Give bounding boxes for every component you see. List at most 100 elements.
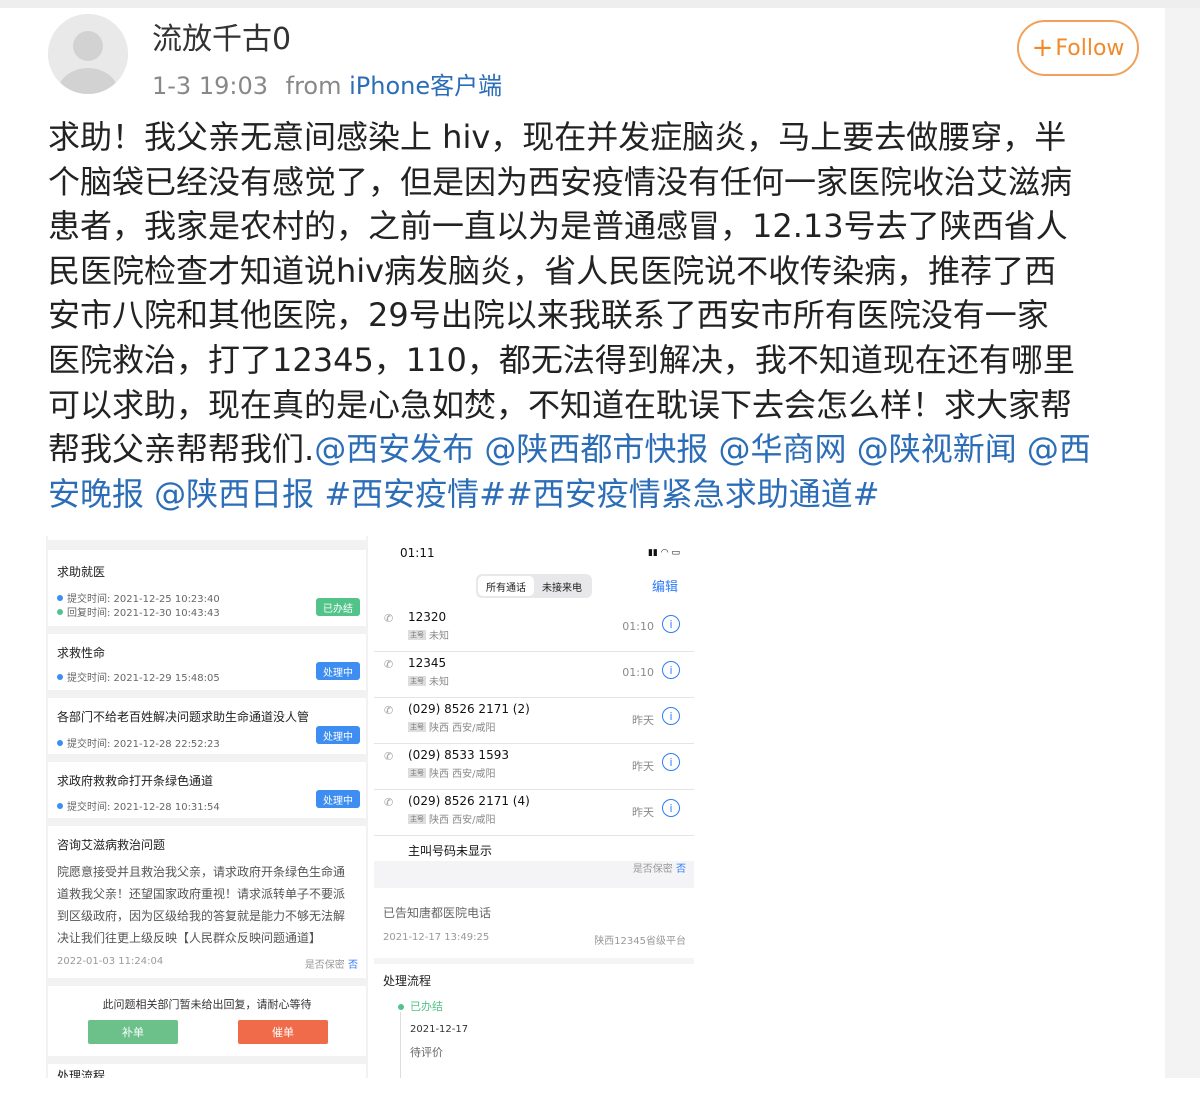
follow-button[interactable]: + Follow	[1017, 20, 1139, 76]
process-section: 处理流程 已办结 2021-12-17 待评价	[374, 964, 694, 1078]
sim-tag-icon: 主号	[408, 675, 426, 686]
notice-section: 已告知唐都医院电话 2021-12-17 13:49:25 陕西12345省级平…	[374, 888, 694, 958]
detail-title: 咨询艾滋病救治问题	[57, 838, 166, 852]
left-screenshot[interactable]: 求助就医 提交时间: 2021-12-25 10:23:40 回复时间: 202…	[46, 536, 368, 1078]
submit-time-text: 提交时间: 2021-12-28 22:52:23	[67, 739, 220, 750]
post-text: 求助！我父亲无意间感染上 hiv，现在并发症脑炎，马上要去做腰穿，半 个脑袋已经…	[48, 115, 1158, 516]
call-row[interactable]: ✆ (029) 8526 2171 (2) 主号 陕西 西安/咸阳 昨天 i	[374, 698, 694, 744]
follow-label: Follow	[1055, 35, 1125, 61]
phone-icon: ✆	[384, 796, 394, 809]
post-line: 患者，我家是农村的，之前一直以为是普通感冒，12.13号去了陕西省人	[48, 207, 1068, 246]
call-row[interactable]: ✆ 12345 主号 未知 01:10 i	[374, 652, 694, 698]
post-line: 可以求助，现在真的是心急如焚，不知道在耽误下去会怎么样！求大家帮	[48, 385, 1073, 424]
call-number: (029) 8533 1593	[408, 748, 509, 762]
info-icon[interactable]: i	[662, 753, 680, 771]
call-location: 主号 未知	[408, 673, 449, 688]
mention-links[interactable]: @西安发布 @陕西都市快报 @华商网 @陕视新闻 @西	[314, 430, 1091, 468]
call-location-text: 陕西 西安/咸阳	[429, 815, 496, 826]
request-card: 求政府救救命打开条绿色通道 提交时间: 2021-12-28 10:31:54 …	[48, 762, 366, 818]
call-location-text: 未知	[429, 677, 449, 688]
detail-line: 院愿意接受并且救治我父亲，请求政府开条绿色生命通	[57, 865, 346, 879]
call-filter-tabs: 所有通话 未接来电	[476, 574, 592, 598]
post-meta: 1-3 19:03 from iPhone客户端	[152, 66, 502, 101]
process-card: 处理流程	[48, 1064, 366, 1078]
confidential-label: 是否保密	[632, 864, 673, 875]
cut-card	[48, 536, 366, 540]
card-title: 求助就医	[57, 565, 106, 579]
info-icon[interactable]: i	[662, 707, 680, 725]
dot-icon	[57, 673, 63, 680]
confidential-value: 否	[676, 864, 686, 875]
side-band	[1165, 8, 1200, 1078]
username[interactable]: 流放千古0	[152, 14, 291, 58]
info-icon[interactable]: i	[662, 799, 680, 817]
edit-button[interactable]: 编辑	[652, 576, 678, 595]
dot-icon	[57, 802, 63, 809]
detail-date: 2022-01-03 11:24:04	[57, 956, 164, 967]
submit-time-text: 提交时间: 2021-12-29 15:48:05	[67, 673, 220, 684]
dot-icon	[57, 739, 63, 746]
notice-text: 已告知唐都医院电话	[383, 906, 492, 920]
call-log: 01:11 ▮▮ ◠ ▭ 所有通话 未接来电 编辑 ✆ 12320 主号 未知 0…	[374, 536, 694, 861]
detail-line: 到区级政府，因为区级给我的答复就是能力不够无法解	[57, 909, 346, 923]
detail-line: 道救我父亲！还望国家政府重视！请求派转单子不要派	[57, 887, 346, 901]
card-title: 各部门不给老百姓解决问题求助生命通道没人管	[57, 710, 310, 724]
call-location: 主号 未知	[408, 627, 449, 642]
confidential-flag: 是否保密 否	[633, 860, 686, 875]
default-avatar-icon	[48, 14, 128, 94]
action-card: 此问题相关部门暂未给出回复，请耐心等待 补单 催单	[48, 986, 366, 1056]
reply-time: 回复时间: 2021-12-30 10:43:43	[57, 604, 220, 619]
call-location: 主号 陕西 西安/咸阳	[408, 719, 496, 734]
step-done: 已办结	[410, 1000, 443, 1013]
sim-tag-icon: 主号	[408, 629, 426, 640]
call-number: 12320	[408, 610, 447, 624]
step-pending: 待评价	[410, 1046, 443, 1059]
post-line: 民医院检查才知道说hiv病发脑炎，省人民医院说不收传染病，推荐了西	[48, 251, 1057, 290]
submit-time-text: 提交时间: 2021-12-25 10:23:40	[67, 594, 220, 605]
card-title: 求救性命	[57, 646, 106, 660]
wait-notice: 此问题相关部门暂未给出回复，请耐心等待	[102, 998, 312, 1011]
call-row[interactable]: ✆ (029) 8526 2171 (4) 主号 陕西 西安/咸阳 昨天 i	[374, 790, 694, 836]
phone-icon: ✆	[384, 612, 394, 625]
dot-icon	[57, 594, 63, 601]
mention-hashtag-links[interactable]: 安晚报 @陕西日报 #西安疫情##西安疫情紧急求助通道#	[48, 475, 880, 513]
post-source-link[interactable]: iPhone客户端	[349, 72, 502, 100]
sim-tag-icon: 主号	[408, 813, 426, 824]
post-line: 求助！我父亲无意间感染上 hiv，现在并发症脑炎，马上要去做腰穿，半	[48, 118, 1067, 156]
call-location: 主号 陕西 西安/咸阳	[408, 765, 496, 780]
call-number: 12345	[408, 656, 447, 670]
top-bar	[0, 0, 1200, 8]
tab-all-calls[interactable]: 所有通话	[478, 576, 534, 596]
call-location-text: 陕西 西安/咸阳	[429, 769, 496, 780]
detail-line: 决让我们往更上级反映【人民群众反映问题通道】	[57, 931, 322, 945]
confidential-flag: 是否保密 否	[305, 956, 358, 971]
submit-time: 提交时间: 2021-12-28 10:31:54	[57, 798, 220, 813]
post-line: 安晚报 @陕西日报 #西安疫情##西安疫情紧急求助通道#	[48, 472, 1158, 517]
reply-time-text: 回复时间: 2021-12-30 10:43:43	[67, 608, 220, 619]
tab-missed-calls[interactable]: 未接来电	[534, 576, 590, 596]
right-screenshot[interactable]: 01:11 ▮▮ ◠ ▭ 所有通话 未接来电 编辑 ✆ 12320 主号 未知 0…	[374, 536, 694, 1078]
submit-time: 提交时间: 2021-12-29 15:48:05	[57, 669, 220, 684]
info-icon[interactable]: i	[662, 661, 680, 679]
avatar[interactable]	[48, 14, 128, 94]
info-icon[interactable]: i	[662, 615, 680, 633]
step-dot-icon	[398, 1004, 404, 1010]
status-badge: 处理中	[316, 726, 360, 744]
post-line: 安市八院和其他医院，29号出院以来我联系了西安市所有医院没有一家	[48, 296, 1049, 335]
call-location-text: 陕西 西安/咸阳	[429, 723, 496, 734]
call-time: 01:10	[622, 620, 654, 633]
card-title: 求政府救救命打开条绿色通道	[57, 774, 214, 788]
supplement-button[interactable]: 补单	[88, 1020, 178, 1044]
call-row[interactable]: ✆ 12320 主号 未知 01:10 i	[374, 606, 694, 652]
detail-card: 咨询艾滋病救治问题 院愿意接受并且救治我父亲，请求政府开条绿色生命通 道救我父亲…	[48, 826, 366, 978]
wifi-icon: ◠	[660, 548, 669, 558]
urge-button[interactable]: 催单	[238, 1020, 328, 1044]
phone-icon: ✆	[384, 750, 394, 763]
call-row[interactable]: ✆ (029) 8533 1593 主号 陕西 西安/咸阳 昨天 i	[374, 744, 694, 790]
sim-tag-icon: 主号	[408, 767, 426, 778]
signal-icon: ▮▮	[647, 548, 658, 558]
request-card: 各部门不给老百姓解决问题求助生命通道没人管 提交时间: 2021-12-28 2…	[48, 698, 366, 754]
call-location: 主号 陕西 西安/咸阳	[408, 811, 496, 826]
post-line: 医院救治，打了12345，110，都无法得到解决，我不知道现在还有哪里	[48, 340, 1075, 379]
post-line-text: 帮我父亲帮帮我们.	[48, 430, 315, 469]
